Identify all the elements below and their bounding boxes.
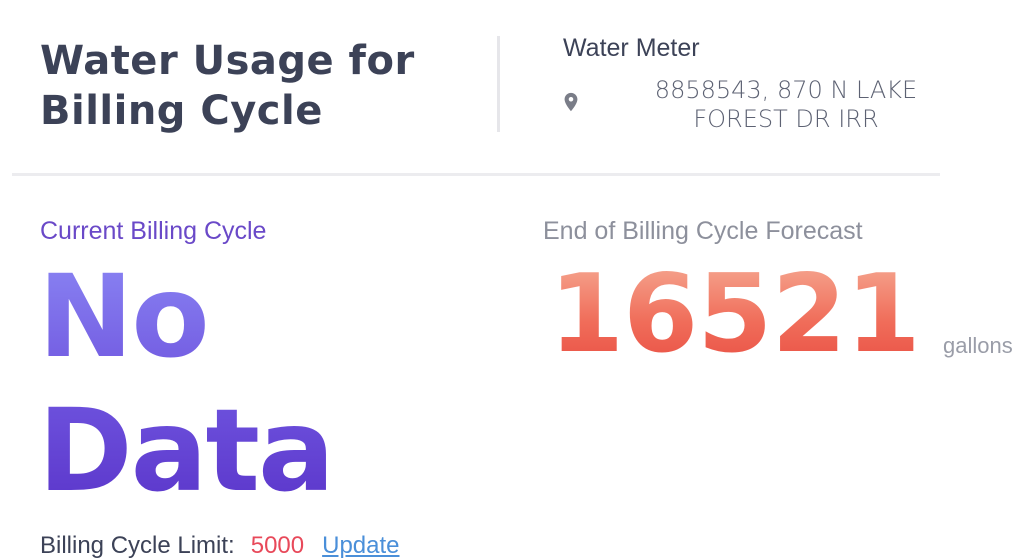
forecast-value: 16521 xyxy=(549,250,921,380)
forecast-unit: gallons xyxy=(943,333,1013,358)
billing-limit-value: 5000 xyxy=(250,532,305,559)
header-vertical-divider xyxy=(497,36,500,132)
current-cycle-label: Current Billing Cycle xyxy=(40,217,267,245)
update-limit-link[interactable]: Update xyxy=(322,532,399,559)
billing-limit-row: Billing Cycle Limit: 5000 Update xyxy=(40,532,400,560)
forecast-label: End of Billing Cycle Forecast xyxy=(543,217,863,245)
map-pin-icon xyxy=(564,92,578,112)
billing-limit-label: Billing Cycle Limit: xyxy=(40,532,235,559)
meter-address: 8858543, 870 N LAKE FOREST DR IRR xyxy=(654,76,918,133)
header-divider xyxy=(12,173,940,176)
page-title: Water Usage for Billing Cycle xyxy=(40,38,415,134)
current-cycle-value: No Data xyxy=(38,250,458,518)
meter-label: Water Meter xyxy=(563,34,700,62)
